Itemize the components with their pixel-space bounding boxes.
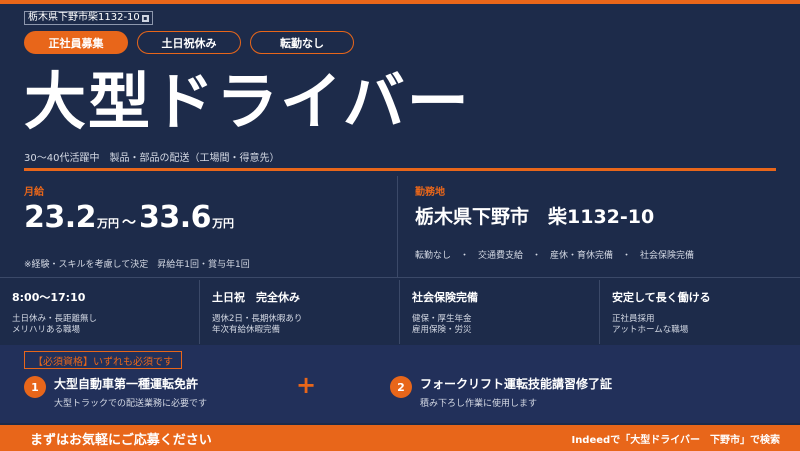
page-subtitle: 30〜40代活躍中 製品・部品の配送（工場間・得意先） <box>24 153 280 164</box>
benefit-desc-line: 年次有給休暇完備 <box>212 325 281 335</box>
benefit-title: 8:00〜17:10 <box>12 291 86 304</box>
benefit-desc-line: 週休2日・長期休暇あり <box>212 314 303 324</box>
benefit-title: 安定して長く働ける <box>612 291 711 304</box>
requirement-title: フォークリフト運転技能講習修了証 <box>420 377 613 391</box>
requirement-item-1: 1 大型自動車第一種運転免許 大型トラックでの配送業務に必要です <box>24 375 207 409</box>
salary-tilde: ～ <box>122 215 137 231</box>
plus-icon: + <box>296 371 317 399</box>
benefit-desc-line: 健保・厚生年金 <box>412 314 472 324</box>
benefit-desc-line: 正社員採用 <box>612 314 655 324</box>
salary-max: 33.6 <box>139 200 212 235</box>
requirement-item-2: 2 フォークリフト運転技能講習修了証 積み下ろし作業に使用します <box>390 375 612 409</box>
salary-min: 23.2 <box>24 200 97 235</box>
page-title: 大型ドライバー <box>24 65 471 138</box>
benefit-desc: 土日休み・長距離無し メリハリある職場 <box>12 314 199 336</box>
info-panel: 月給 23.2 万円 ～ 33.6 万円 ※経験・スキルを考慮して決定 昇給年1… <box>0 176 800 278</box>
work-perks: 転勤なし ・ 交通費支給 ・ 産休・育休完備 ・ 社会保険完備 <box>415 251 695 261</box>
benefit-desc: 健保・厚生年金 雇用保険・労災 <box>412 314 599 336</box>
requirements-panel: 【必須資格】いずれも必須です 1 大型自動車第一種運転免許 大型トラックでの配送… <box>0 345 800 423</box>
benefit-desc: 正社員採用 アットホームな職場 <box>612 314 800 336</box>
benefit-title: 土日祝 完全休み <box>212 291 300 304</box>
benefit-holidays: 土日祝 完全休み 週休2日・長期休暇あり 年次有給休暇完備 <box>200 280 400 344</box>
salary-note: ※経験・スキルを考慮して決定 昇給年1回・賞与年1回 <box>24 260 250 270</box>
benefit-columns: 8:00〜17:10 土日休み・長距離無し メリハリある職場 土日祝 完全休み … <box>0 280 800 344</box>
footer-search-hint: Indeedで「大型ドライバー 下野市」で検索 <box>571 434 780 446</box>
location-tag-text: 栃木県下野市柴1132-10 <box>28 12 140 23</box>
info-divider <box>397 176 398 278</box>
benefit-desc-line: 雇用保険・労災 <box>412 325 472 335</box>
benefit-desc-line: 土日休み・長距離無し <box>12 314 98 324</box>
top-accent-bar <box>0 0 800 4</box>
benefit-hours: 8:00〜17:10 土日休み・長距離無し メリハリある職場 <box>0 280 200 344</box>
work-location-label: 勤務地 <box>415 187 445 198</box>
requirement-desc: 積み下ろし作業に使用します <box>420 399 538 409</box>
benefit-desc-line: メリハリある職場 <box>12 325 81 335</box>
work-location: 栃木県下野市 柴1132-10 <box>415 206 655 228</box>
title-divider <box>24 168 776 171</box>
tag-weekends-off: 土日祝休み <box>137 31 241 54</box>
footer-cta: まずはお気軽にご応募ください <box>30 432 212 448</box>
footer-bar: まずはお気軽にご応募ください Indeedで「大型ドライバー 下野市」で検索 <box>0 425 800 451</box>
benefit-stability: 安定して長く働ける 正社員採用 アットホームな職場 <box>600 280 800 344</box>
benefit-desc-line: アットホームな職場 <box>612 325 689 335</box>
salary-max-unit: 万円 <box>212 217 235 230</box>
salary-min-unit: 万円 <box>97 217 120 230</box>
requirement-desc: 大型トラックでの配送業務に必要です <box>54 399 208 409</box>
salary-label: 月給 <box>24 187 44 198</box>
benefit-title: 社会保険完備 <box>412 291 478 304</box>
requirement-number: 2 <box>390 376 412 398</box>
benefit-desc: 週休2日・長期休暇あり 年次有給休暇完備 <box>212 314 399 336</box>
requirement-number: 1 <box>24 376 46 398</box>
tag-full-time: 正社員募集 <box>24 31 128 54</box>
salary-range: 23.2 万円 ～ 33.6 万円 <box>24 200 234 235</box>
tag-no-transfer: 転勤なし <box>250 31 354 54</box>
image-placeholder-icon: ▪ <box>141 14 149 22</box>
requirements-badge: 【必須資格】いずれも必須です <box>24 351 182 369</box>
location-tag: 栃木県下野市柴1132-10 ▪ <box>24 11 153 25</box>
benefit-insurance: 社会保険完備 健保・厚生年金 雇用保険・労災 <box>400 280 600 344</box>
requirement-title: 大型自動車第一種運転免許 <box>54 377 199 391</box>
feature-tags: 正社員募集 土日祝休み 転勤なし <box>24 31 354 54</box>
